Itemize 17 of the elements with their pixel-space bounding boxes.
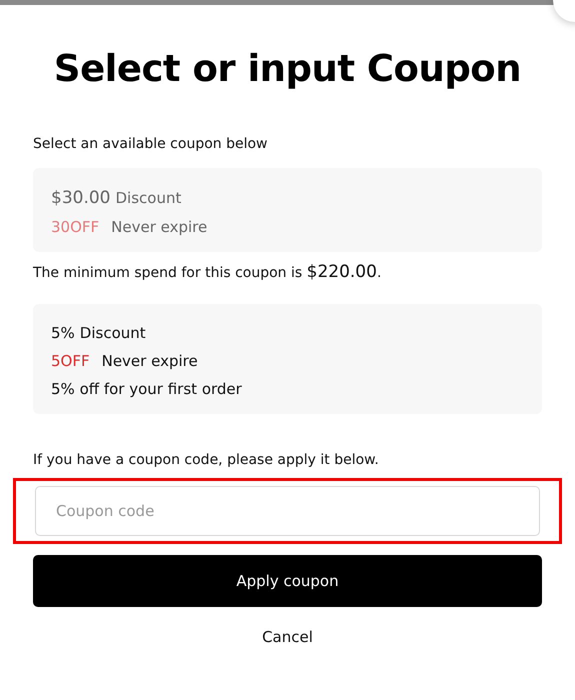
discount-label: Discount (115, 189, 182, 207)
discount-amount: 5% (51, 324, 75, 342)
coupon-description: 5% off for your first order (51, 380, 243, 398)
coupon-code: 30OFF (51, 218, 100, 236)
cancel-button[interactable]: Cancel (256, 627, 319, 647)
section-label: If you have a coupon code, please apply it below. (33, 452, 380, 468)
apply-coupon-button[interactable]: Apply coupon (33, 555, 542, 607)
coupon-card[interactable]: 5% Discount 5OFF Never expire 5% off for your first order (33, 304, 542, 414)
coupon-code: 5OFF (51, 352, 90, 370)
minimum-spend-notice: The minimum spend for this coupon is $220.00. (33, 262, 382, 282)
expiry-text: Never expire (102, 352, 198, 370)
expiry-text: Never expire (111, 218, 208, 236)
dialog-title: Select or input Coupon (52, 47, 522, 90)
section-label: Select an available coupon below (33, 136, 268, 152)
discount-label: Discount (80, 324, 146, 342)
coupon-code-field[interactable]: Coupon code (35, 486, 540, 536)
discount-amount: $30.00 (51, 188, 110, 208)
